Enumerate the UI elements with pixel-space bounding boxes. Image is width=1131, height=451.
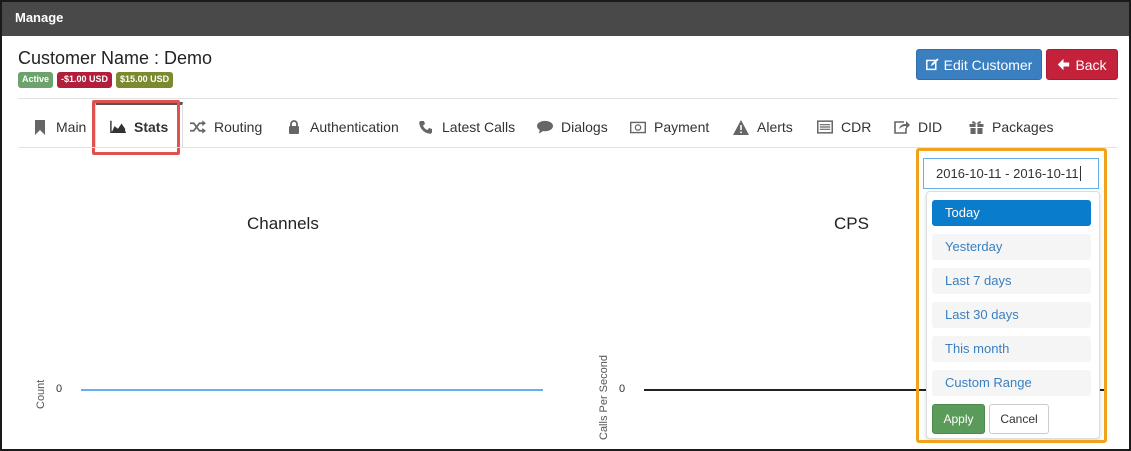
back-button[interactable]: Back	[1046, 49, 1118, 80]
cps-chart-title: CPS	[834, 214, 869, 233]
tab-label: Latest Calls	[442, 119, 516, 135]
channels-series-line	[81, 389, 543, 391]
range-last-7-days[interactable]: Last 7 days	[932, 268, 1091, 294]
tab-label: DID	[918, 119, 943, 135]
tab-latest-calls[interactable]: Latest Calls	[418, 106, 515, 148]
customer-badges: Active -$1.00 USD $15.00 USD	[18, 72, 174, 88]
share-icon	[894, 119, 910, 135]
tab-label: Payment	[654, 119, 710, 135]
tab-alerts[interactable]: Alerts	[733, 106, 793, 148]
lock-icon	[286, 119, 302, 135]
phone-icon	[418, 119, 434, 135]
tab-authentication[interactable]: Authentication	[286, 106, 399, 148]
warning-icon	[733, 119, 749, 135]
edit-customer-label: Edit Customer	[943, 56, 1033, 73]
tab-label: Packages	[992, 119, 1054, 135]
tab-stats[interactable]: Stats	[95, 102, 184, 148]
range-last-30-days[interactable]: Last 30 days	[932, 302, 1091, 328]
daterange-input[interactable]: 2016-10-11 - 2016-10-11	[923, 158, 1099, 189]
tab-label: Authentication	[310, 119, 399, 135]
tab-dialogs[interactable]: Dialogs	[537, 106, 608, 148]
tab-label: Dialogs	[561, 119, 608, 135]
range-this-month[interactable]: This month	[932, 336, 1091, 362]
channels-y-axis-label: Count	[35, 379, 47, 409]
tab-label: Main	[56, 119, 87, 135]
cps-y-tick: 0	[619, 383, 626, 395]
back-label: Back	[1075, 56, 1107, 73]
balance-badge: -$1.00 USD	[57, 72, 113, 88]
tab-packages[interactable]: Packages	[968, 106, 1053, 148]
range-custom[interactable]: Custom Range	[932, 370, 1091, 396]
channels-chart-title: Channels	[247, 214, 319, 233]
app-frame: Manage Customer Name : Demo Active -$1.0…	[0, 0, 1131, 451]
tab-cdr[interactable]: CDR	[817, 106, 871, 148]
channels-y-tick: 0	[56, 383, 63, 395]
credit-badge: $15.00 USD	[116, 72, 174, 88]
tab-label: CDR	[841, 119, 872, 135]
divider	[18, 98, 1118, 99]
gift-icon	[968, 119, 984, 135]
status-badge: Active	[18, 72, 54, 88]
range-today[interactable]: Today	[932, 200, 1091, 226]
cps-y-axis-label: Calls Per Second	[598, 355, 610, 440]
tab-label: Alerts	[757, 119, 793, 135]
range-yesterday[interactable]: Yesterday	[932, 234, 1091, 260]
page-title: Customer Name : Demo	[18, 48, 213, 68]
tab-payment[interactable]: Payment	[630, 106, 709, 148]
topbar: Manage	[2, 2, 1129, 36]
edit-icon	[925, 58, 939, 71]
tab-main[interactable]: Main	[32, 106, 86, 148]
shuffle-icon	[190, 119, 206, 135]
tab-did[interactable]: DID	[894, 106, 942, 148]
edit-customer-button[interactable]: Edit Customer	[916, 49, 1042, 80]
arrow-left-icon	[1058, 58, 1070, 71]
area-chart-icon	[110, 119, 126, 135]
tab-label: Routing	[214, 119, 263, 135]
tab-bar: Main Stats Routing Authentication Latest…	[18, 102, 1118, 148]
money-icon	[630, 119, 646, 135]
topbar-title: Manage	[15, 10, 64, 25]
comment-icon	[537, 119, 553, 135]
bookmark-icon	[32, 119, 48, 135]
apply-button[interactable]: Apply	[932, 404, 985, 434]
cancel-button[interactable]: Cancel	[989, 404, 1049, 434]
list-alt-icon	[817, 119, 833, 135]
tab-routing[interactable]: Routing	[190, 106, 262, 148]
tab-label: Stats	[134, 118, 169, 135]
tab-divider	[18, 147, 1118, 148]
daterange-value: 2016-10-11 - 2016-10-11	[936, 166, 1079, 181]
